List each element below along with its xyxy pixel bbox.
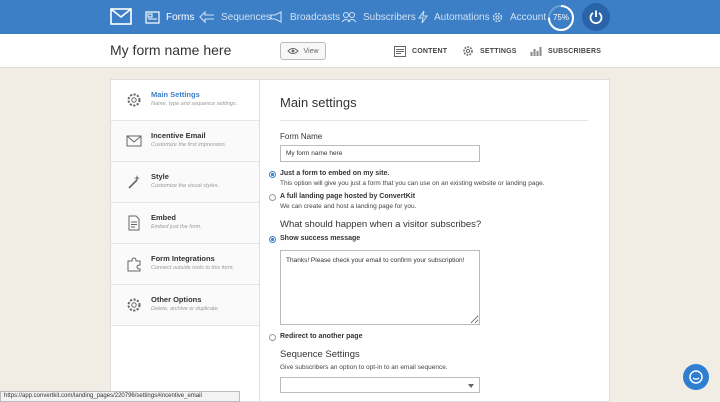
main-settings-panel: Main settings Form Name Just a form to e…	[260, 79, 610, 402]
tab-settings-label: SETTINGS	[480, 47, 517, 55]
chat-support-button[interactable]	[683, 364, 709, 390]
puzzle-icon	[127, 257, 141, 272]
landing-page-desc: We can create and host a landing page fo…	[280, 203, 417, 210]
sidebar-item-subtitle: Connect outside tools to this form.	[151, 265, 235, 271]
envelope-logo-icon[interactable]	[110, 8, 132, 25]
sidebar-item-main-settings[interactable]: Main Settings Name, type and sequence se…	[111, 80, 259, 121]
sidebar-item-subtitle: Name, type and sequence settings.	[151, 101, 238, 107]
tab-subscribers[interactable]: SUBSCRIBERS	[530, 34, 601, 68]
redirect-radio[interactable]	[269, 334, 276, 341]
cog-icon	[127, 298, 141, 312]
nav-subscribers[interactable]: Subscribers	[341, 0, 416, 34]
settings-sidebar: Main Settings Name, type and sequence se…	[110, 79, 260, 402]
nav-automations-label: Automations	[434, 11, 490, 23]
embed-form-desc: This option will give you just a form th…	[280, 180, 545, 187]
landing-page-radio[interactable]	[269, 194, 276, 201]
sidebar-item-embed[interactable]: Embed Embed just the form.	[111, 203, 259, 244]
success-message-radio[interactable]	[269, 236, 276, 243]
browser-status-url: https://app.convertkit.com/landing_pages…	[0, 391, 240, 402]
nav-automations[interactable]: Automations	[418, 0, 490, 34]
eye-icon	[287, 48, 300, 54]
landing-page-label: A full landing page hosted by ConvertKit	[280, 193, 416, 200]
sequence-heading: Sequence Settings	[280, 349, 360, 360]
form-title: My form name here	[110, 42, 232, 58]
embed-form-radio[interactable]	[269, 171, 276, 178]
view-button-label: View	[303, 47, 319, 55]
gear-icon	[463, 46, 473, 56]
sidebar-item-incentive-email[interactable]: Incentive Email Customize the first impr…	[111, 121, 259, 162]
automations-icon	[418, 10, 428, 24]
form-name-input[interactable]	[280, 145, 480, 162]
success-message-label: Show success message	[280, 235, 361, 242]
sequences-icon	[199, 11, 214, 23]
power-icon	[589, 10, 603, 24]
bar-chart-icon	[530, 47, 542, 56]
subscribers-icon	[341, 12, 357, 23]
nav-sequences[interactable]: Sequences	[199, 0, 271, 34]
account-icon	[492, 12, 503, 22]
logout-button[interactable]	[582, 3, 610, 31]
sidebar-item-title: Other Options	[151, 295, 202, 304]
gear-icon	[127, 93, 141, 107]
nav-broadcasts-label: Broadcasts	[290, 11, 341, 23]
embed-form-label: Just a form to embed on my site.	[280, 170, 390, 177]
success-message-textarea[interactable]: Thanks! Please check your email to confi…	[280, 250, 480, 325]
sidebar-item-form-integrations[interactable]: Form Integrations Connect outside tools …	[111, 244, 259, 285]
nav-sequences-label: Sequences	[221, 11, 272, 23]
broadcasts-icon	[270, 11, 282, 23]
redirect-label: Redirect to another page	[280, 333, 363, 340]
subscribe-heading: What should happen when a visitor subscr…	[280, 219, 482, 230]
nav-broadcasts[interactable]: Broadcasts	[270, 0, 340, 34]
sidebar-item-title: Main Settings	[151, 90, 200, 99]
nav-account[interactable]: Account	[491, 0, 546, 34]
sidebar-item-title: Incentive Email	[151, 131, 206, 140]
tab-settings[interactable]: SETTINGS	[462, 34, 517, 68]
forms-icon	[145, 10, 160, 24]
page-title: Main settings	[280, 95, 357, 110]
sidebar-item-other-options[interactable]: Other Options Delete, archive or duplica…	[111, 285, 259, 326]
form-name-label: Form Name	[280, 132, 323, 141]
sidebar-item-title: Form Integrations	[151, 254, 215, 263]
progress-text: 75%	[552, 13, 569, 22]
sequence-select[interactable]	[280, 377, 480, 393]
divider	[280, 120, 588, 121]
sequence-desc: Give subscribers an option to opt-in to …	[280, 364, 448, 371]
nav-subscribers-label: Subscribers	[363, 11, 416, 23]
nav-forms[interactable]: Forms	[145, 0, 194, 34]
tab-content-label: CONTENT	[412, 47, 448, 55]
sidebar-item-style[interactable]: Style Customize the visual styles.	[111, 162, 259, 203]
sidebar-item-title: Style	[151, 172, 169, 181]
magic-wand-icon	[128, 175, 141, 189]
chat-bubble-icon	[689, 370, 703, 384]
nav-forms-label: Forms	[166, 11, 195, 23]
sidebar-item-subtitle: Customize the visual styles.	[151, 183, 219, 189]
nav-account-label: Account	[510, 11, 547, 23]
sidebar-item-title: Embed	[151, 213, 177, 222]
sidebar-item-subtitle: Embed just the form.	[151, 224, 202, 230]
sidebar-item-subtitle: Delete, archive or duplicate	[151, 306, 218, 312]
chevron-down-icon	[468, 384, 474, 388]
content-icon	[394, 45, 406, 57]
view-button[interactable]: View	[280, 42, 326, 60]
sidebar-item-subtitle: Customize the first impression.	[151, 142, 227, 148]
document-icon	[128, 215, 140, 231]
form-header: My form name here View CONTENT SETTINGS …	[0, 34, 720, 68]
envelope-icon	[126, 135, 142, 147]
tab-subscribers-label: SUBSCRIBERS	[548, 47, 602, 55]
top-nav: Forms Sequences Broadcasts Subscribers A…	[0, 0, 720, 34]
tab-content[interactable]: CONTENT	[394, 34, 447, 68]
